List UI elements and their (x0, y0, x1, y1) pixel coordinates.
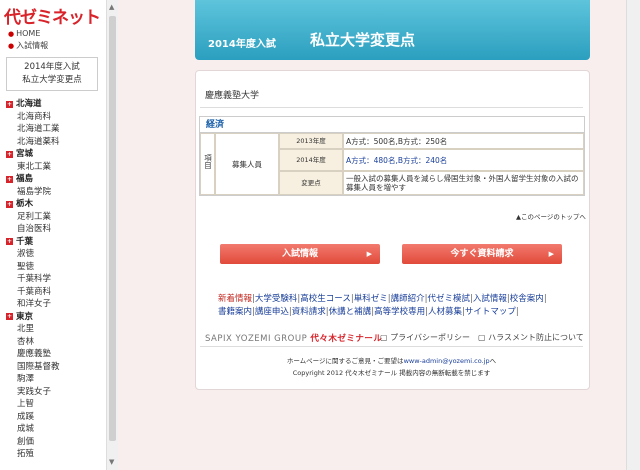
sidebar-university-link[interactable]: 北海道工業 (6, 123, 100, 136)
sidebar-university-link[interactable]: 創価 (6, 436, 100, 449)
plus-icon: + (6, 200, 13, 208)
footer-link[interactable]: 新着情報 (218, 294, 252, 304)
sidebar-university-link[interactable]: 自治医科 (6, 223, 100, 236)
group-logo[interactable]: SAPIX YOZEMI GROUP 代々木ゼミナール (205, 332, 382, 344)
plus-icon: + (6, 175, 13, 183)
footer-link[interactable]: 資料請求 (292, 307, 326, 317)
sidebar-university-link[interactable]: 拓殖 (6, 448, 100, 461)
row-change-label: 変更点 (279, 171, 343, 195)
footer-link[interactable]: 入試情報 (473, 294, 507, 304)
prefecture-heading: + 栃木 (6, 199, 34, 209)
footer-links-row-1: 新着情報|大学受験科|高校生コース|単科ゼミ|講師紹介|代ゼミ模試|入試情報|校… (218, 293, 583, 306)
box-year: 2014年度入試 (24, 62, 80, 72)
university-list: + 北海道北海商科 北海道工業 北海道薬科 + 宮城東北工業 + 福島福島学院 + 栃木足利工業自… (6, 98, 100, 461)
sidebar-university-link[interactable]: 北海道薬科 (6, 136, 100, 149)
sidebar-university-link[interactable]: 慶應義塾 (6, 348, 100, 361)
sidebar-university-link[interactable]: 杏林 (6, 336, 100, 349)
contact-info: ホームページに関するご意見・ご要望はwww-admin@yozemi.co.jp… (200, 355, 583, 379)
sidebar-university-link[interactable]: 北海商科 (6, 111, 100, 124)
arrow-right-icon: ▶ (366, 250, 372, 258)
banner-year: 2014年度入試 (208, 39, 276, 50)
exam-info-link[interactable]: ● 入試情報 (8, 40, 48, 51)
footer-link[interactable]: 講座申込 (255, 307, 289, 317)
scroll-up-icon[interactable]: ▲ (109, 3, 114, 11)
privacy-link[interactable]: ▢ プライバシーポリシー (380, 332, 470, 343)
contact-mail-link[interactable]: www-admin@yozemi.co.jp (404, 357, 490, 365)
arrow-right-icon: ▶ (548, 250, 554, 258)
plus-icon: + (6, 100, 13, 108)
item-cell: 募集人員 (215, 133, 279, 195)
prefecture-heading: + 福島 (6, 174, 34, 184)
sidebar-university-link[interactable]: 千葉商科 (6, 286, 100, 299)
scroll-down-icon[interactable]: ▼ (109, 458, 114, 466)
site-logo[interactable]: 代ゼミネット (4, 3, 101, 28)
sidebar-university-link[interactable]: 駒澤 (6, 373, 100, 386)
scroll-thumb[interactable] (109, 16, 116, 441)
sidebar-university-link[interactable]: 上智 (6, 398, 100, 411)
plus-icon: + (6, 150, 13, 158)
footer-links-row-2: 書籍案内|講座申込|資料請求|休講と補講|高等学校専用|人材募集|サイトマップ| (218, 306, 583, 319)
box-title: 私立大学変更点 (22, 75, 82, 85)
arrow-icon: ● (8, 42, 15, 50)
footer-link[interactable]: 高等学校専用 (374, 307, 425, 317)
sidebar: 代ゼミネット ● HOME ● 入試情報 2014年度入試 私立大学変更点 + 北海道… (0, 0, 107, 470)
plus-icon: + (6, 313, 13, 321)
arrow-icon: ● (8, 30, 15, 38)
footer-links: 新着情報|大学受験科|高校生コース|単科ゼミ|講師紹介|代ゼミ模試|入試情報|校… (218, 293, 583, 319)
prefecture-heading: + 北海道 (6, 99, 42, 109)
separator: | (515, 307, 519, 317)
sidebar-university-link[interactable]: 成城 (6, 423, 100, 436)
prefecture-heading: + 宮城 (6, 149, 34, 159)
footer-link[interactable]: 高校生コース (300, 294, 351, 304)
sidebar-university-link[interactable]: 福島学院 (6, 186, 100, 199)
page-scrollbar[interactable] (626, 0, 640, 470)
footer-link[interactable]: 単科ゼミ (354, 294, 388, 304)
sidebar-university-link[interactable]: 東北工業 (6, 161, 100, 174)
sidebar-university-link[interactable]: 足利工業 (6, 211, 100, 224)
contact-line: ホームページに関するご意見・ご要望はwww-admin@yozemi.co.jp… (286, 357, 497, 365)
sidebar-university-link[interactable]: 北里 (6, 323, 100, 336)
footer-link[interactable]: 講師紹介 (391, 294, 425, 304)
banner-title: 私立大学変更点 (310, 31, 416, 49)
copyright: Copyright 2012 代々木ゼミナール 掲載内容の無断転載を禁じます (292, 369, 491, 377)
home-link[interactable]: ● HOME (8, 29, 40, 38)
sidebar-university-link[interactable]: 淑徳 (6, 248, 100, 261)
divider (200, 107, 583, 108)
footer-link[interactable]: サイトマップ (465, 307, 516, 317)
footer-link[interactable]: 休講と補講 (329, 307, 372, 317)
plus-icon: + (6, 238, 13, 246)
page-context-box: 2014年度入試 私立大学変更点 (6, 57, 98, 91)
sidebar-university-link[interactable]: 和洋女子 (6, 298, 100, 311)
sidebar-university-link[interactable]: 聖徳 (6, 261, 100, 274)
footer-link[interactable]: 校舎案内 (510, 294, 544, 304)
row-2013-label: 2013年度 (279, 133, 343, 149)
sidebar-university-link[interactable]: 成蹊 (6, 411, 100, 424)
row-label: 項目 (200, 133, 215, 195)
footer-link[interactable]: 人材募集 (428, 307, 462, 317)
footer-link[interactable]: 書籍案内 (218, 307, 252, 317)
sidebar-university-link[interactable]: 国際基督教 (6, 361, 100, 374)
row-change-value: 一般入試の募集人員を減らし帰国生対象・外国人留学生対象の入試の募集人員を増やす (343, 171, 584, 195)
sidebar-university-link[interactable]: 千葉科学 (6, 273, 100, 286)
divider (200, 346, 583, 347)
faculty-heading: 経済 (200, 117, 584, 133)
row-2014-value: A方式：480名,B方式：240名 (343, 149, 584, 171)
footer-link[interactable]: 代ゼミ模試 (428, 294, 471, 304)
exam-info-button[interactable]: 入試情報 ▶ (220, 244, 380, 264)
row-2013-value: A方式：500名,B方式：250名 (343, 133, 584, 149)
footer-link[interactable]: 大学受験科 (255, 294, 298, 304)
separator: | (543, 294, 547, 304)
prefecture-heading: + 東京 (6, 311, 34, 322)
university-name: 慶應義塾大学 (205, 91, 260, 101)
request-materials-button[interactable]: 今すぐ資料請求 ▶ (402, 244, 562, 264)
page-top-link[interactable]: ▲このページのトップへ (516, 211, 586, 221)
harassment-link[interactable]: ▢ ハラスメント防止について (478, 332, 584, 343)
sidebar-university-link[interactable]: 実践女子 (6, 386, 100, 399)
prefecture-heading: + 千葉 (6, 236, 34, 247)
row-2014-label: 2014年度 (279, 149, 343, 171)
sidebar-scrollbar[interactable]: ▲ ▼ (106, 0, 118, 470)
